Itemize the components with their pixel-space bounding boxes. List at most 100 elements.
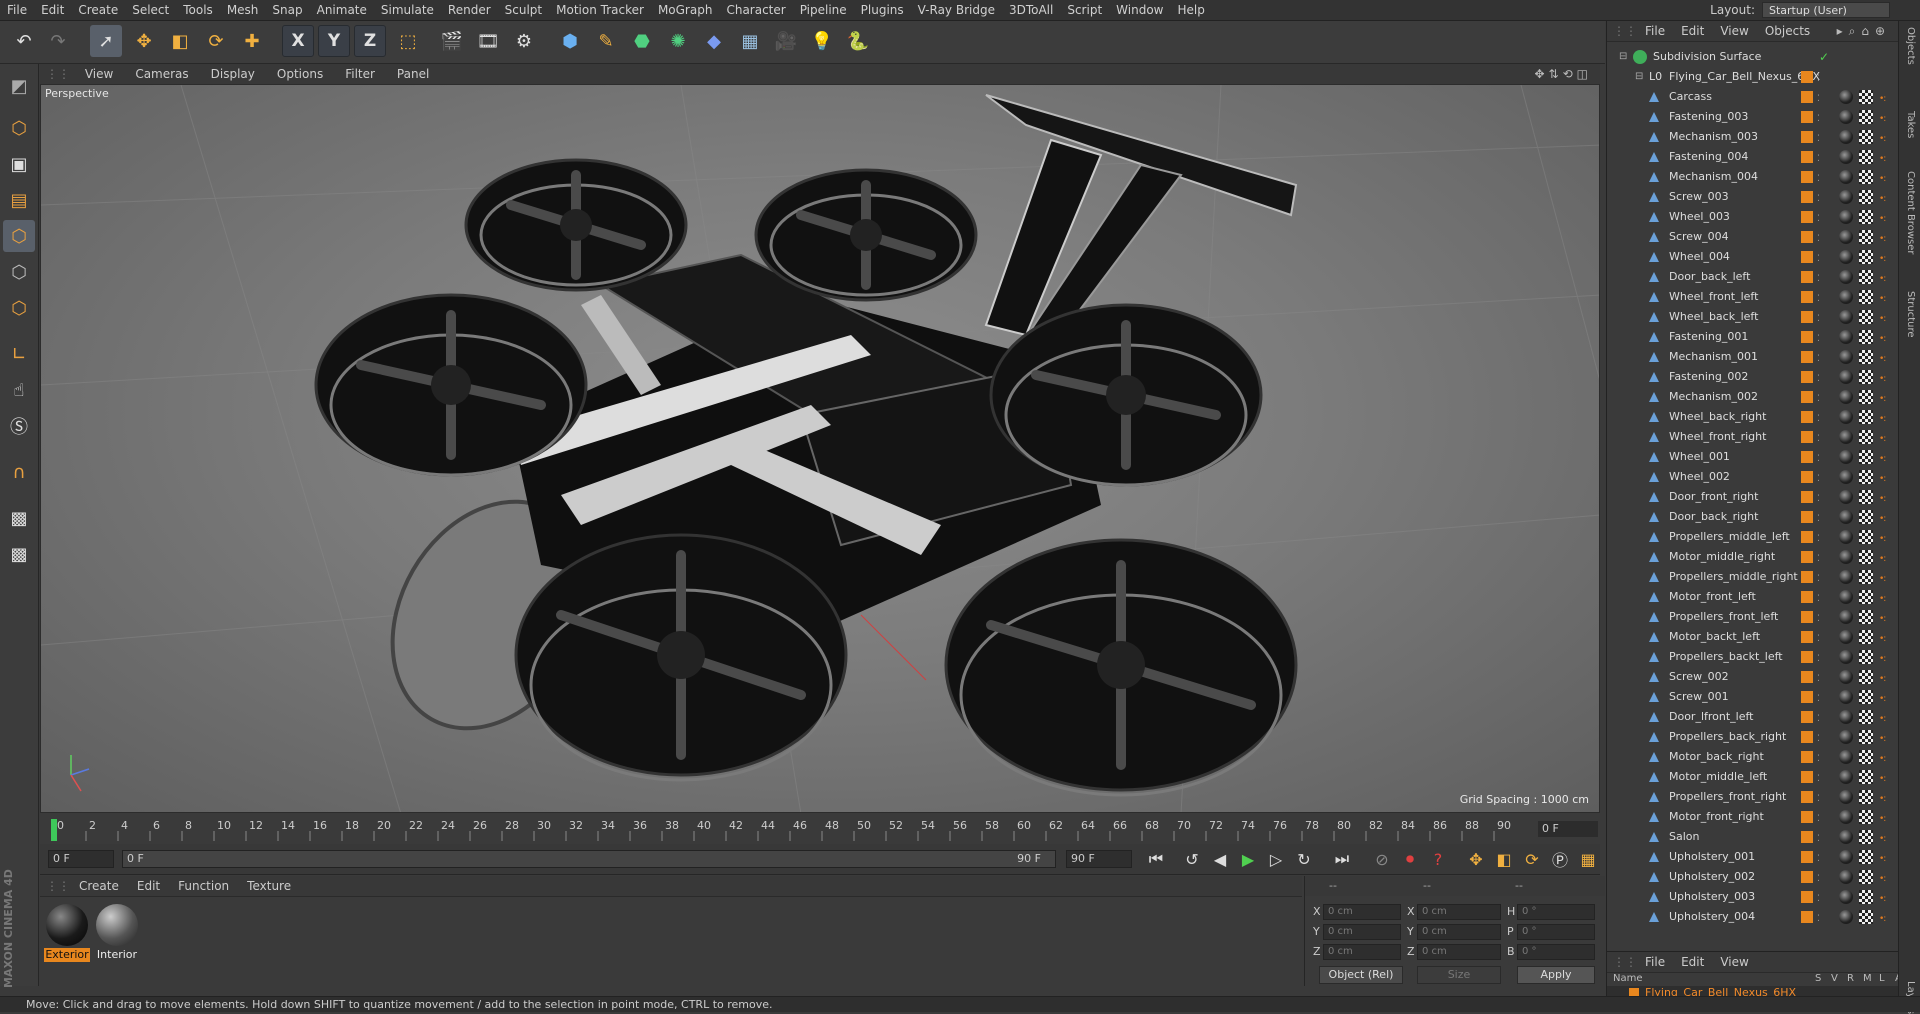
go-to-end-icon[interactable]: ⏭ xyxy=(1330,848,1354,870)
selection-tag-icon[interactable]: •: xyxy=(1879,609,1886,629)
menu-mesh[interactable]: Mesh xyxy=(220,0,266,20)
locked-workplane-icon[interactable]: ▩ xyxy=(3,538,35,570)
texture-tag-icon[interactable] xyxy=(1859,690,1873,704)
visibility-dots-icon[interactable]: ⁚ xyxy=(1817,889,1820,909)
selection-tag-icon[interactable]: •: xyxy=(1879,409,1886,429)
layer-color-icon[interactable] xyxy=(1801,451,1813,463)
material-tag-icon[interactable] xyxy=(1839,290,1853,304)
material-tag-icon[interactable] xyxy=(1839,730,1853,744)
menu-help[interactable]: Help xyxy=(1170,0,1211,20)
object-row[interactable]: Door_back_left ⁚ •: xyxy=(1607,267,1899,287)
texture-tag-icon[interactable] xyxy=(1859,710,1873,724)
layer-color-icon[interactable] xyxy=(1801,591,1813,603)
selection-tag-icon[interactable]: •: xyxy=(1879,449,1886,469)
texture-tag-icon[interactable] xyxy=(1859,130,1873,144)
selection-tag-icon[interactable]: •: xyxy=(1879,189,1886,209)
layer-color-icon[interactable] xyxy=(1801,531,1813,543)
snap-magnet-icon[interactable]: ∩ xyxy=(3,456,35,488)
layer-color-icon[interactable] xyxy=(1801,431,1813,443)
object-row[interactable]: Wheel_back_left ⁚ •: xyxy=(1607,307,1899,327)
object-row[interactable]: Wheel_back_right ⁚ •: xyxy=(1607,407,1899,427)
menu-mograph[interactable]: MoGraph xyxy=(651,0,720,20)
key-pla-icon[interactable]: ▦ xyxy=(1576,848,1600,870)
floor-icon[interactable]: ▦ xyxy=(734,25,766,57)
selection-tag-icon[interactable]: •: xyxy=(1879,689,1886,709)
cloner-icon[interactable]: ✺ xyxy=(662,25,694,57)
layer-color-icon[interactable] xyxy=(1801,651,1813,663)
object-row[interactable]: Motor_front_left ⁚ •: xyxy=(1607,587,1899,607)
material-menu-create[interactable]: Create xyxy=(70,876,128,896)
layer-menu-view[interactable]: View xyxy=(1712,952,1756,972)
menu-animate[interactable]: Animate xyxy=(310,0,374,20)
visibility-dots-icon[interactable]: ⁚ xyxy=(1817,189,1820,209)
selection-tag-icon[interactable]: •: xyxy=(1879,549,1886,569)
move-tool-icon[interactable]: ✥ xyxy=(128,25,160,57)
texture-tag-icon[interactable] xyxy=(1859,750,1873,764)
selection-tag-icon[interactable]: •: xyxy=(1879,209,1886,229)
axis-x-button[interactable]: X xyxy=(282,25,314,57)
object-row[interactable]: Motor_backt_left ⁚ •: xyxy=(1607,627,1899,647)
menu-pipeline[interactable]: Pipeline xyxy=(793,0,854,20)
material-tag-icon[interactable] xyxy=(1839,270,1853,284)
visibility-dots-icon[interactable]: ⁚ xyxy=(1817,909,1820,929)
visibility-dots-icon[interactable]: ⁚ xyxy=(1817,309,1820,329)
menu-tools[interactable]: Tools xyxy=(176,0,220,20)
visibility-dots-icon[interactable]: ⁚ xyxy=(1817,509,1820,529)
material-tag-icon[interactable] xyxy=(1839,410,1853,424)
texture-tag-icon[interactable] xyxy=(1859,790,1873,804)
selection-tag-icon[interactable]: •: xyxy=(1879,289,1886,309)
material-tag-icon[interactable] xyxy=(1839,430,1853,444)
selection-tag-icon[interactable]: •: xyxy=(1879,509,1886,529)
layer-color-icon[interactable] xyxy=(1801,511,1813,523)
material-tag-icon[interactable] xyxy=(1839,630,1853,644)
layer-color-icon[interactable] xyxy=(1801,111,1813,123)
layer-color-icon[interactable] xyxy=(1801,291,1813,303)
visibility-dots-icon[interactable]: ⁚ xyxy=(1817,209,1820,229)
points-mode-icon[interactable]: ⬡ xyxy=(3,220,35,252)
tweak-mode-icon[interactable]: ☝ xyxy=(3,374,35,406)
selection-tag-icon[interactable]: •: xyxy=(1879,329,1886,349)
material-tag-icon[interactable] xyxy=(1839,590,1853,604)
texture-tag-icon[interactable] xyxy=(1859,870,1873,884)
texture-tag-icon[interactable] xyxy=(1859,670,1873,684)
texture-tag-icon[interactable] xyxy=(1859,590,1873,604)
selection-tag-icon[interactable]: •: xyxy=(1879,769,1886,789)
autokey-icon[interactable]: ⏺ xyxy=(1398,848,1422,870)
make-editable-icon[interactable]: ◩ xyxy=(3,70,35,102)
object-row[interactable]: Upholstery_004 ⁚ •: xyxy=(1607,907,1899,927)
material-tag-icon[interactable] xyxy=(1839,890,1853,904)
material-tag-icon[interactable] xyxy=(1839,550,1853,564)
selection-tag-icon[interactable]: •: xyxy=(1879,849,1886,869)
layer-color-icon[interactable] xyxy=(1801,911,1813,923)
selection-tag-icon[interactable]: •: xyxy=(1879,809,1886,829)
layer-color-icon[interactable] xyxy=(1801,871,1813,883)
material-tag-icon[interactable] xyxy=(1839,850,1853,864)
viewport-menu-view[interactable]: View xyxy=(74,64,124,84)
texture-tag-icon[interactable] xyxy=(1859,150,1873,164)
deformer-icon[interactable]: ◆ xyxy=(698,25,730,57)
object-row[interactable]: Wheel_003 ⁚ •: xyxy=(1607,207,1899,227)
texture-tag-icon[interactable] xyxy=(1859,190,1873,204)
sidetab-objects[interactable]: Objects xyxy=(1905,27,1916,65)
texture-tag-icon[interactable] xyxy=(1859,770,1873,784)
material-menu-edit[interactable]: Edit xyxy=(128,876,169,896)
layer-color-icon[interactable] xyxy=(1801,691,1813,703)
object-row[interactable]: Door_lfront_left ⁚ •: xyxy=(1607,707,1899,727)
render-picture-viewer-icon[interactable]: 🎞 xyxy=(472,25,504,57)
layer-menu-file[interactable]: File xyxy=(1637,952,1673,972)
size-field[interactable]: 0 cm xyxy=(1417,924,1501,940)
texture-tag-icon[interactable] xyxy=(1859,470,1873,484)
size-field[interactable]: 0 cm xyxy=(1417,944,1501,960)
texture-tag-icon[interactable] xyxy=(1859,450,1873,464)
cube-primitive-icon[interactable]: ⬢ xyxy=(554,25,586,57)
pen-spline-icon[interactable]: ✎ xyxy=(590,25,622,57)
selection-tag-icon[interactable]: •: xyxy=(1879,749,1886,769)
viewport-menu-panel[interactable]: Panel xyxy=(386,64,440,84)
object-row-root[interactable]: ⊟ Subdivision Surface ✓ xyxy=(1607,47,1899,67)
menu-snap[interactable]: Snap xyxy=(265,0,309,20)
object-row[interactable]: Screw_002 ⁚ •: xyxy=(1607,667,1899,687)
layer-color-icon[interactable] xyxy=(1801,571,1813,583)
start-frame-field[interactable]: 0 F xyxy=(48,850,114,868)
material-tag-icon[interactable] xyxy=(1839,710,1853,724)
object-row[interactable]: Fastening_001 ⁚ •: xyxy=(1607,327,1899,347)
